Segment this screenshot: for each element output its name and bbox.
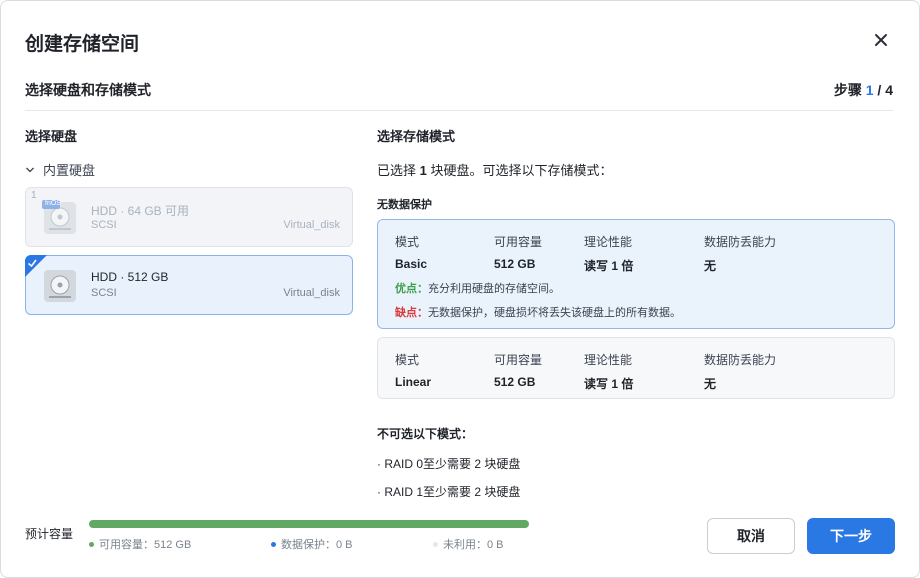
disk-item-1[interactable]: 1 fnOS HDD · 64 GB 可用 SCSI Virtual_disk bbox=[25, 187, 353, 247]
col-capacity-header: 可用容量 bbox=[494, 353, 543, 367]
step-prefix: 步骤 bbox=[833, 82, 862, 98]
dialog-title: 创建存储空间 bbox=[25, 34, 140, 55]
step-separator: / bbox=[873, 82, 886, 98]
unavailable-reason: 至少需要 2 块硬盘 bbox=[423, 485, 521, 499]
disk-type: SCSI bbox=[91, 287, 117, 299]
usable-dot bbox=[89, 541, 94, 547]
hdd-icon bbox=[44, 270, 76, 302]
fnos-badge: fnOS bbox=[45, 200, 61, 207]
legend-unused: 未利用：0 B bbox=[433, 536, 504, 552]
legend-usable: 可用容量：512 GB bbox=[89, 536, 191, 552]
col-capacity-header: 可用容量 bbox=[494, 235, 543, 249]
next-button[interactable]: 下一步 bbox=[807, 518, 895, 554]
mode-protection: 无 bbox=[704, 377, 717, 391]
disk-model: Virtual_disk bbox=[283, 287, 340, 299]
mode-capacity: 512 GB bbox=[494, 257, 536, 271]
mode-card-basic[interactable]: 模式 可用容量 理论性能 数据防丢能力 Basic 512 GB 读写 1 倍 … bbox=[377, 219, 895, 329]
disk-model: Virtual_disk bbox=[283, 219, 340, 231]
chevron-down-icon bbox=[26, 167, 34, 172]
disk-item-2[interactable]: HDD · 512 GB SCSI Virtual_disk bbox=[25, 255, 353, 315]
internal-disk-group[interactable]: 内置硬盘 bbox=[25, 160, 95, 179]
mode-performance: 读写 1 倍 bbox=[584, 259, 634, 273]
unused-dot bbox=[433, 541, 438, 547]
col-mode-header: 模式 bbox=[395, 235, 420, 249]
select-disk-heading: 选择硬盘 bbox=[25, 129, 78, 144]
mode-con-note: 缺点：无数据保护，硬盘损坏将丢失该硬盘上的所有数据。 bbox=[395, 304, 681, 320]
protection-dot bbox=[271, 541, 276, 547]
col-mode-header: 模式 bbox=[395, 353, 420, 367]
disk-index: 1 bbox=[31, 190, 37, 201]
step-indicator: 步骤 1 / 4 bbox=[834, 80, 893, 100]
desc-pre: 已选择 bbox=[377, 163, 420, 178]
capacity-bar bbox=[89, 520, 529, 528]
desc-post: 块硬盘。可选择以下存储模式： bbox=[426, 163, 613, 178]
unavailable-list: · RAID 0至少需要 2 块硬盘 · RAID 1至少需要 2 块硬盘 bbox=[377, 447, 895, 517]
legend-protection: 数据保护：0 B bbox=[271, 536, 353, 552]
mode-performance: 读写 1 倍 bbox=[584, 377, 634, 391]
legend-text: 未利用：0 B bbox=[443, 539, 504, 551]
list-item: · RAID 0至少需要 2 块硬盘 bbox=[377, 455, 520, 472]
col-protection-header: 数据防丢能力 bbox=[704, 235, 777, 249]
selection-description: 已选择 1 块硬盘。可选择以下存储模式： bbox=[377, 160, 612, 179]
legend-text: 可用容量：512 GB bbox=[99, 539, 192, 551]
col-protection-header: 数据防丢能力 bbox=[704, 353, 777, 367]
mode-name: Linear bbox=[395, 375, 432, 389]
cancel-button[interactable]: 取消 bbox=[707, 518, 795, 554]
step-current: 1 bbox=[865, 82, 874, 98]
mode-card-linear[interactable]: 模式 可用容量 理论性能 数据防丢能力 Linear 512 GB 读写 1 倍… bbox=[377, 337, 895, 399]
con-text: 无数据保护，硬盘损坏将丢失该硬盘上的所有数据。 bbox=[428, 307, 681, 319]
no-protection-heading: 无数据保护 bbox=[377, 199, 432, 211]
con-label: 缺点： bbox=[395, 307, 428, 319]
step-title: 选择硬盘和存储模式 bbox=[25, 82, 151, 98]
pro-text: 充分利用硬盘的存储空间。 bbox=[428, 283, 560, 295]
mode-name: Basic bbox=[395, 257, 428, 271]
create-storage-dialog: 创建存储空间 选择硬盘和存储模式 步骤 1 / 4 选择硬盘 内置硬盘 1 fn… bbox=[0, 0, 920, 578]
col-performance-header: 理论性能 bbox=[584, 353, 633, 367]
unavailable-reason: 至少需要 2 块硬盘 bbox=[423, 457, 521, 471]
mode-pro-note: 优点：充分利用硬盘的存储空间。 bbox=[395, 280, 560, 296]
header-divider bbox=[25, 110, 893, 111]
select-mode-heading: 选择存储模式 bbox=[377, 129, 456, 144]
mode-protection: 无 bbox=[704, 259, 717, 273]
disk-name: HDD · 512 GB bbox=[91, 270, 169, 284]
group-label: 内置硬盘 bbox=[43, 163, 96, 178]
unavailable-mode: · RAID 1 bbox=[377, 485, 424, 499]
close-icon[interactable] bbox=[869, 28, 893, 52]
mode-capacity: 512 GB bbox=[494, 375, 536, 389]
unavailable-mode: · RAID 0 bbox=[377, 457, 424, 471]
step-total: 4 bbox=[885, 82, 893, 98]
capacity-label: 预计容量 bbox=[25, 527, 74, 541]
list-item: · RAID 1至少需要 2 块硬盘 bbox=[377, 483, 520, 500]
unavailable-heading: 不可选以下模式： bbox=[377, 427, 474, 441]
desc-count: 1 bbox=[419, 163, 427, 178]
col-performance-header: 理论性能 bbox=[584, 235, 633, 249]
pro-label: 优点： bbox=[395, 283, 428, 295]
disk-name: HDD · 64 GB 可用 bbox=[91, 204, 190, 218]
disk-type: SCSI bbox=[91, 219, 117, 231]
legend-text: 数据保护：0 B bbox=[281, 539, 353, 551]
